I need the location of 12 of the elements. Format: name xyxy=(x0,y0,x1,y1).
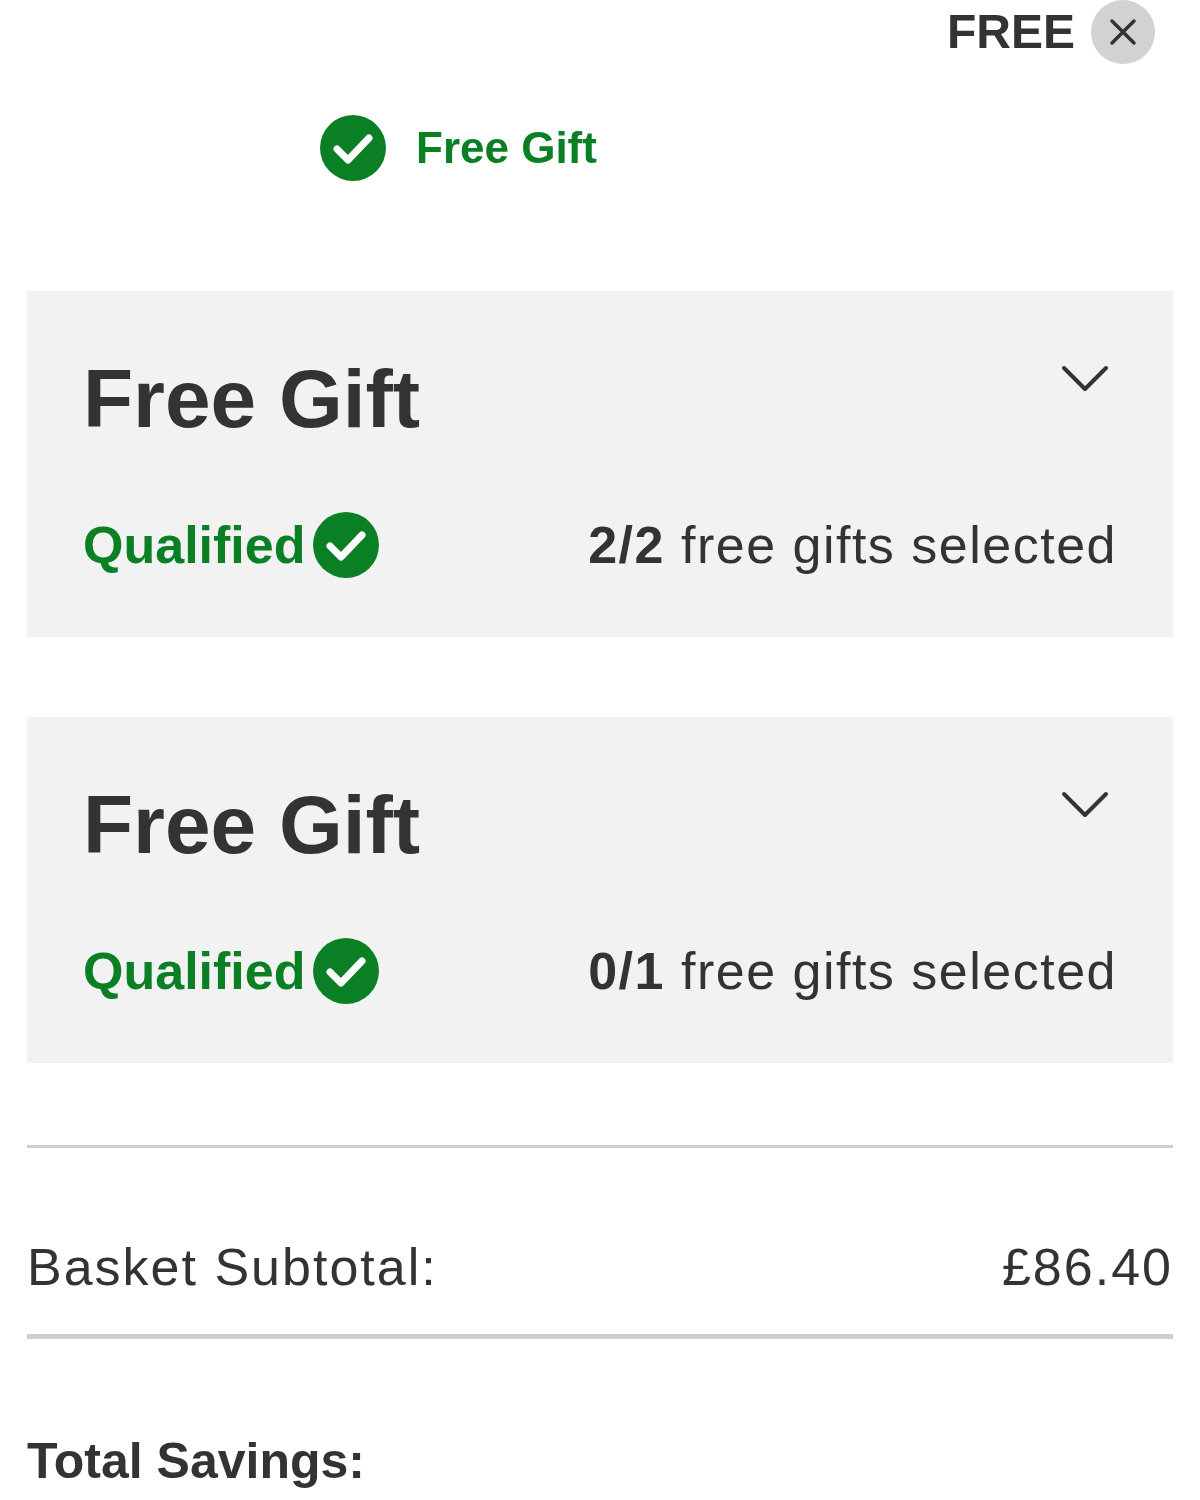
free-label: FREE xyxy=(947,8,1075,56)
total-savings-label: Total Savings: xyxy=(27,1433,366,1491)
subtotal-label: Basket Subtotal: xyxy=(27,1238,438,1298)
close-icon xyxy=(1109,18,1137,46)
free-gift-label: Free Gift xyxy=(416,126,597,170)
qualified-status: Qualified xyxy=(83,945,306,997)
check-circle-icon xyxy=(313,512,380,578)
subtotal-value: £86.40 xyxy=(1001,1238,1173,1298)
check-circle-icon xyxy=(313,938,380,1004)
panel-title: Free Gift xyxy=(83,358,421,440)
panel-title: Free Gift xyxy=(83,784,421,866)
qualified-status: Qualified xyxy=(83,519,306,571)
